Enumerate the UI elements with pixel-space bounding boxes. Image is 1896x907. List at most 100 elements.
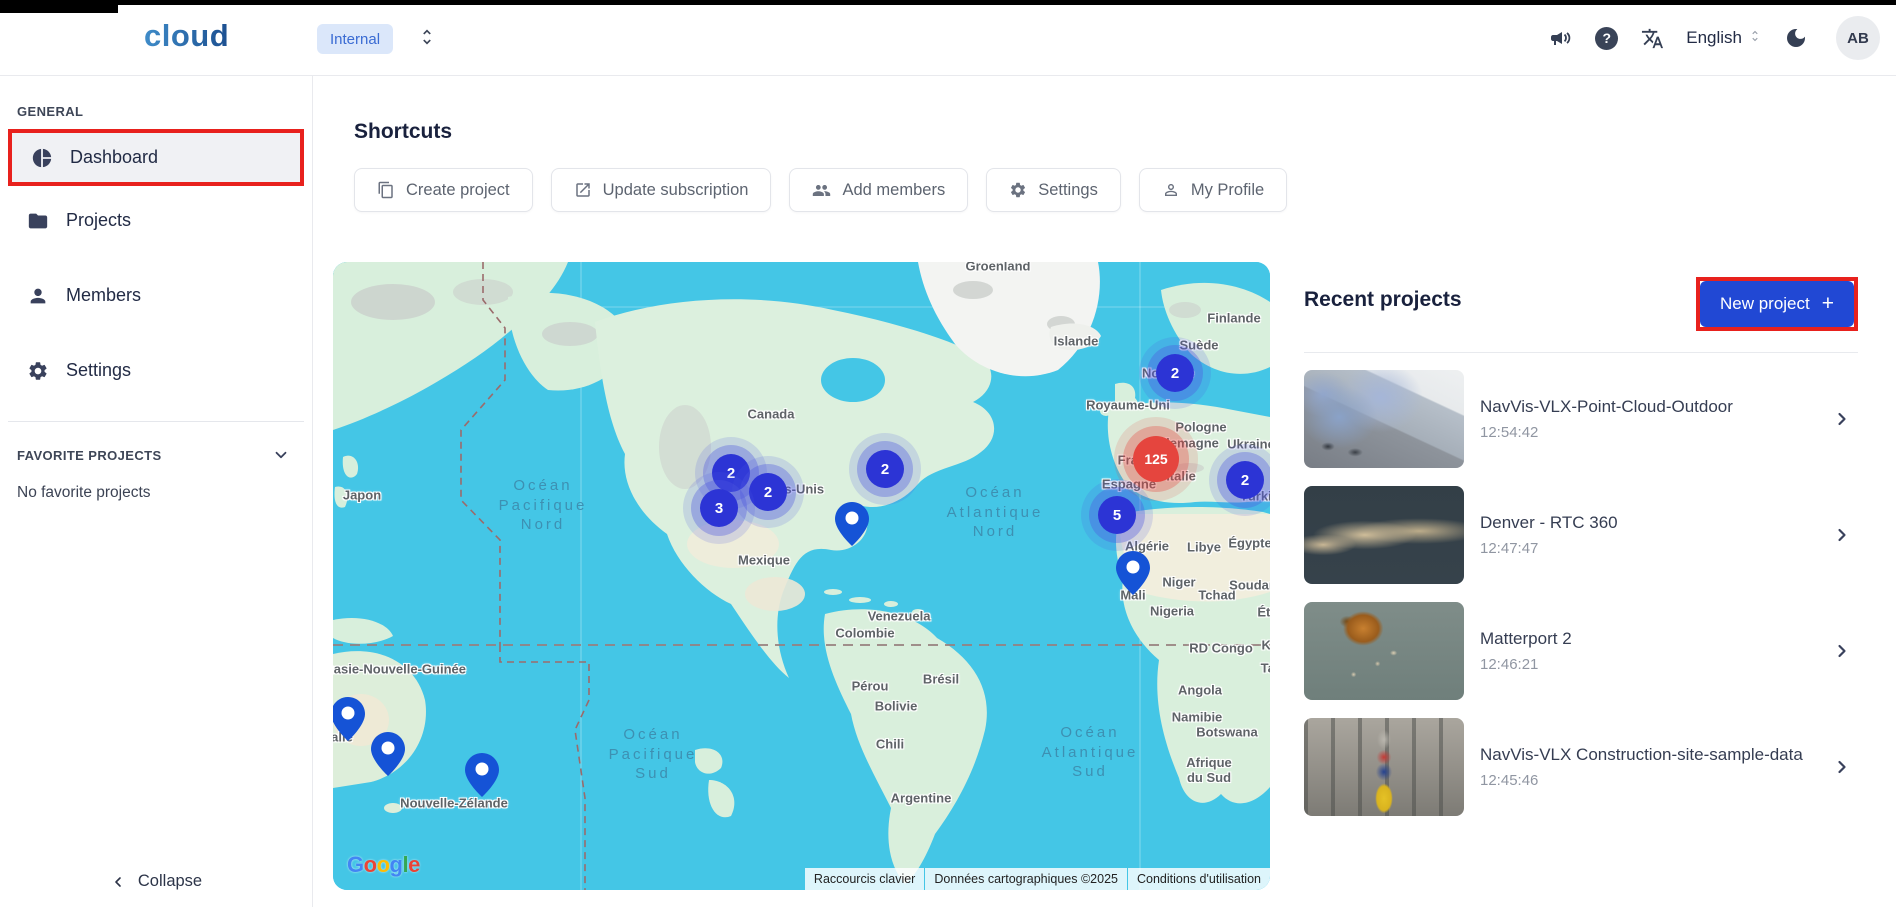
project-list-item[interactable]: Matterport 2 12:46:21 [1304,602,1858,700]
org-switcher-unfold-icon[interactable] [417,27,437,52]
settings-shortcut-button[interactable]: Settings [986,168,1121,212]
project-list-item[interactable]: Denver - RTC 360 12:47:47 [1304,486,1858,584]
map-cluster-marker[interactable]: 2 [749,473,787,511]
topbar: cloud Internal ? English AB [0,0,1896,76]
translate-icon[interactable] [1640,26,1664,50]
chevron-right-icon[interactable] [1832,641,1852,661]
map-country-label: Mexique [738,553,790,568]
my-profile-button[interactable]: My Profile [1139,168,1287,212]
map-cluster-marker[interactable]: 125 [1133,436,1179,482]
top-left-black-tab [0,0,118,13]
dark-mode-icon[interactable] [1784,26,1808,50]
map-country-label: Papouasie-Nouvelle-Guinée [333,662,466,677]
map-country-label: Argentine [891,791,952,806]
announcements-icon[interactable] [1549,26,1573,50]
map-pin-marker[interactable] [333,697,365,741]
map-cluster-marker[interactable]: 5 [1098,496,1136,534]
recent-projects-list: NavVis-VLX-Point-Cloud-Outdoor 12:54:42 … [1304,370,1858,816]
map-cluster-marker[interactable]: 2 [866,450,904,488]
map-country-label: Brésil [923,672,959,687]
person-icon [27,285,49,307]
button-label: Settings [1038,181,1098,200]
map-country-label: Finlande [1207,311,1260,326]
map-country-label: Namibie [1172,710,1223,725]
map-country-label: Nouvelle-Zélande [400,796,508,811]
project-name: NavVis-VLX Construction-site-sample-data [1480,745,1816,765]
map-country-label: Canada [748,407,795,422]
chevron-right-icon[interactable] [1832,525,1852,545]
map-country-label: Suède [1179,338,1218,353]
map-country-label: Tanzanie [1261,661,1270,676]
help-icon[interactable]: ? [1595,27,1618,50]
map-country-label: Afrique du Sud [1186,755,1232,785]
dashboard-annotation-box: Dashboard [8,129,304,186]
new-project-button[interactable]: New project + [1700,281,1854,327]
project-name: NavVis-VLX-Point-Cloud-Outdoor [1480,397,1816,417]
sidebar-item-label: Dashboard [70,147,158,168]
collapse-button[interactable]: Collapse [0,872,312,891]
sidebar-section-general: GENERAL [17,104,312,119]
map-country-label: Botswana [1196,725,1257,740]
sidebar-item-label: Members [66,285,141,306]
map-pin-marker[interactable] [465,753,499,797]
sidebar-item-projects[interactable]: Projects [0,196,312,245]
org-badge[interactable]: Internal [317,24,393,54]
map-country-label: Bolivie [875,699,918,714]
shortcuts-title: Shortcuts [354,120,452,144]
person-outline-icon [1162,181,1180,199]
gear-icon [27,360,49,382]
project-list-item[interactable]: NavVis-VLX-Point-Cloud-Outdoor 12:54:42 [1304,370,1858,468]
map-pin-marker[interactable] [835,502,869,546]
sidebar-item-dashboard[interactable]: Dashboard [12,133,300,182]
folder-icon [27,210,49,232]
map-country-label: Islande [1054,334,1099,349]
favorites-header[interactable]: FAVORITE PROJECTS [17,446,290,464]
map-ocean-label: Océan Pacifique Nord [499,476,588,535]
map-pin-marker[interactable] [1116,551,1150,595]
update-subscription-button[interactable]: Update subscription [551,168,772,212]
pie-chart-icon [31,147,53,169]
language-label: English [1686,28,1742,48]
sidebar-item-settings[interactable]: Settings [0,346,312,395]
map-cluster-marker[interactable]: 2 [712,454,750,492]
project-time: 12:46:21 [1480,656,1816,673]
chevron-down-icon[interactable] [272,446,290,464]
chevron-left-icon [110,874,126,890]
app-logo[interactable]: cloud [144,18,229,54]
collapse-label: Collapse [138,872,202,891]
map-ocean-label: Océan Atlantique Nord [947,483,1044,542]
language-selector[interactable]: English [1686,28,1762,48]
chevron-right-icon[interactable] [1832,757,1852,777]
sidebar-item-label: Projects [66,210,131,231]
main-content: Shortcuts Create project Update subscrip… [313,76,1896,907]
shortcuts-row: Create project Update subscription Add m… [354,168,1287,212]
project-list-item[interactable]: NavVis-VLX Construction-site-sample-data… [1304,718,1858,816]
map-cluster-marker[interactable]: 3 [700,489,738,527]
topbar-actions: ? English AB [1549,0,1880,76]
map-country-label: Ukraine [1227,437,1270,452]
map-country-label: Niger [1162,575,1195,590]
keyboard-shortcuts-link[interactable]: Raccourcis clavier [805,868,924,890]
project-thumbnail [1304,370,1464,468]
sidebar-item-members[interactable]: Members [0,271,312,320]
map-attribution: Raccourcis clavier Données cartographiqu… [804,868,1270,890]
project-name: Matterport 2 [1480,629,1816,649]
map-pin-marker[interactable] [371,732,405,776]
map-country-label: Égypte [1228,536,1270,551]
map-country-label: Groenland [965,262,1030,274]
world-map[interactable]: GroenlandIslandeFinlandeSuèdeNorvègeRoya… [333,262,1270,890]
user-avatar[interactable]: AB [1836,16,1880,60]
chevron-right-icon[interactable] [1832,409,1852,429]
google-logo[interactable]: Google [347,852,420,878]
app-screen: cloud Internal ? English AB [0,0,1896,907]
map-country-label: RD Congo [1189,641,1253,656]
create-project-button[interactable]: Create project [354,168,533,212]
terms-of-use-link[interactable]: Conditions d'utilisation [1128,868,1270,890]
people-icon [812,181,831,200]
gear-icon [1009,181,1027,199]
sidebar: GENERAL Dashboard Projects Members Setti… [0,76,313,907]
external-link-icon [574,181,592,199]
map-cluster-marker[interactable]: 2 [1156,354,1194,392]
map-cluster-marker[interactable]: 2 [1226,461,1264,499]
add-members-button[interactable]: Add members [789,168,968,212]
